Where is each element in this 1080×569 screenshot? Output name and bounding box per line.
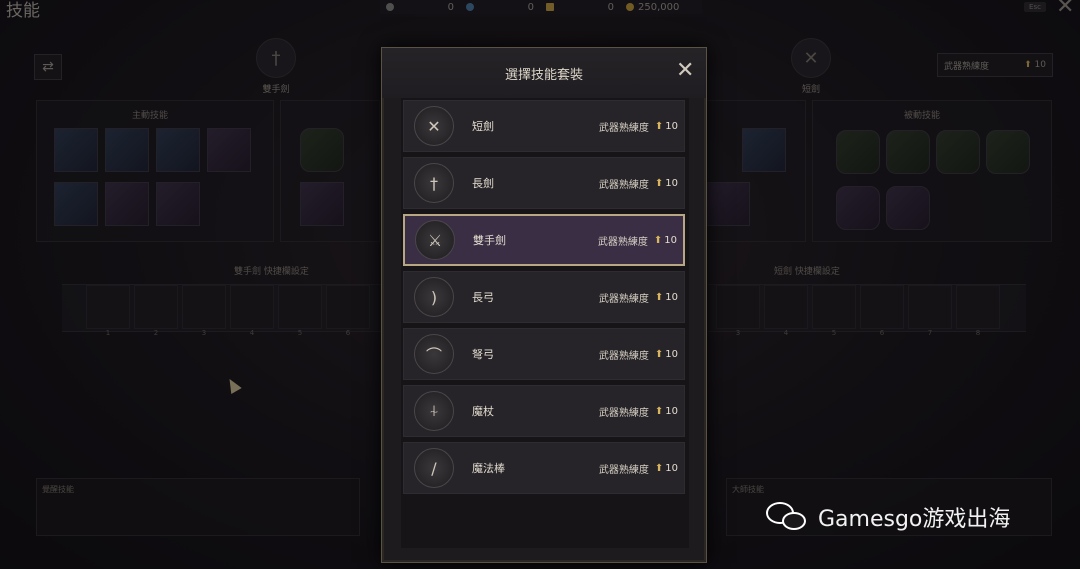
crossed-daggers-icon: ✕ [414, 106, 454, 146]
staff-icon: ⍭ [414, 391, 454, 431]
arrow-up-icon: ⬆ [654, 462, 664, 474]
modal-header: 選擇技能套裝 ✕ [382, 48, 706, 98]
skill-set-item-longbow[interactable]: ) 長弓 武器熟練度 ⬆ 10 [403, 271, 685, 323]
greatsword-icon: ⚔ [415, 220, 455, 260]
close-icon[interactable]: ✕ [676, 60, 694, 82]
skill-set-item-greatsword[interactable]: ⚔ 雙手劍 武器熟練度 ⬆ 10 [403, 214, 685, 266]
arrow-up-icon: ⬆ [654, 348, 664, 360]
skill-set-item-staff[interactable]: ⍭ 魔杖 武器熟練度 ⬆ 10 [403, 385, 685, 437]
skill-set-item-crossbow[interactable]: ⌒ 弩弓 武器熟練度 ⬆ 10 [403, 328, 685, 380]
skill-set-item-longsword[interactable]: † 長劍 武器熟練度 ⬆ 10 [403, 157, 685, 209]
skill-set-modal: 選擇技能套裝 ✕ ✕ 短劍 武器熟練度 ⬆ 10 † 長劍 武器熟練度 ⬆ 10… [381, 47, 707, 563]
wechat-logo-icon [766, 500, 810, 534]
crossbow-icon: ⌒ [414, 334, 454, 374]
skill-set-item-short-sword[interactable]: ✕ 短劍 武器熟練度 ⬆ 10 [403, 100, 685, 152]
wand-icon: / [414, 448, 454, 488]
arrow-up-icon: ⬆ [654, 405, 664, 417]
arrow-up-icon: ⬆ [654, 291, 664, 303]
watermark: Gamesgo游戏出海 [766, 500, 1010, 534]
arrow-up-icon: ⬆ [654, 177, 664, 189]
arrow-up-icon: ⬆ [654, 120, 664, 132]
arrow-up-icon: ⬆ [653, 234, 663, 246]
skill-set-list: ✕ 短劍 武器熟練度 ⬆ 10 † 長劍 武器熟練度 ⬆ 10 ⚔ 雙手劍 武器… [401, 98, 689, 548]
skill-set-item-wand[interactable]: / 魔法棒 武器熟練度 ⬆ 10 [403, 442, 685, 494]
longsword-icon: † [414, 163, 454, 203]
longbow-icon: ) [414, 277, 454, 317]
modal-title: 選擇技能套裝 [504, 68, 583, 83]
